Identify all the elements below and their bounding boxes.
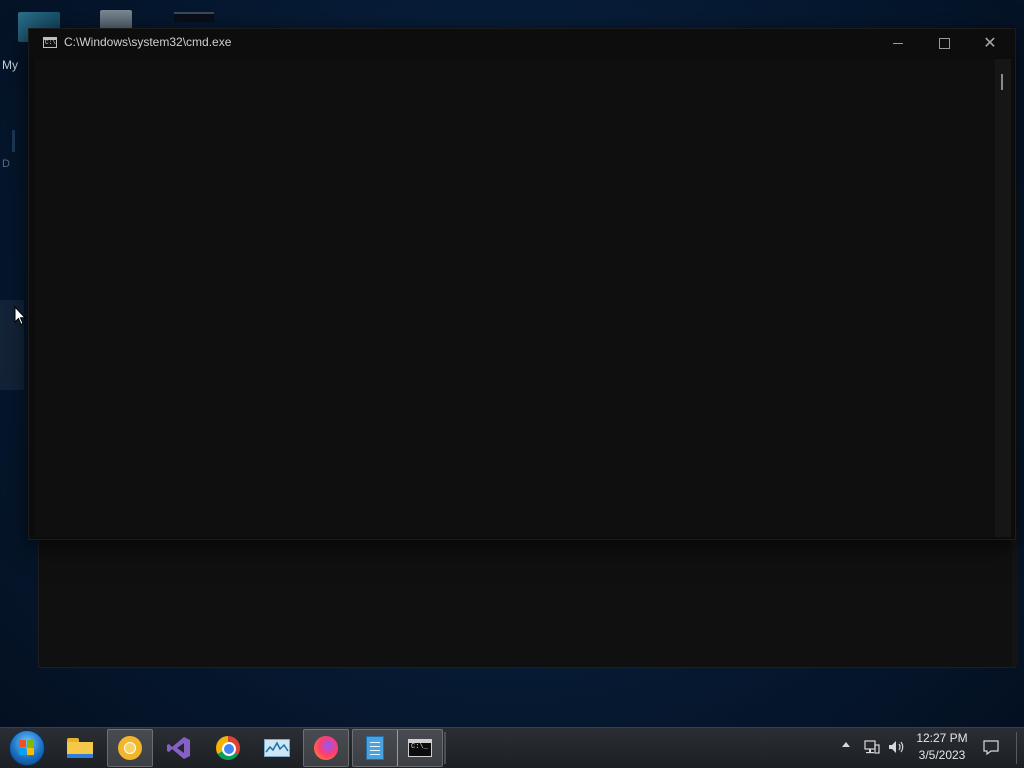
taskbar-visual-studio[interactable] bbox=[156, 729, 202, 767]
notification-center-icon[interactable] bbox=[982, 739, 1000, 755]
minimize-icon bbox=[893, 42, 903, 44]
start-button[interactable] bbox=[4, 729, 50, 767]
chrome-icon bbox=[216, 736, 240, 760]
chromium-icon bbox=[118, 736, 142, 760]
maximize-button[interactable] bbox=[921, 29, 967, 57]
desktop-icon-label: D bbox=[2, 158, 10, 170]
taskbar-command-prompt[interactable] bbox=[397, 729, 443, 767]
maximize-icon bbox=[938, 37, 950, 49]
taskbar-firefox[interactable] bbox=[303, 729, 349, 767]
taskbar-chromium[interactable] bbox=[107, 729, 153, 767]
desktop-icon-label: My bbox=[2, 58, 18, 72]
minimize-button[interactable] bbox=[875, 29, 921, 57]
cmd-icon bbox=[408, 739, 432, 757]
desktop-icon[interactable] bbox=[12, 130, 15, 152]
notepad-icon bbox=[366, 736, 384, 760]
visual-studio-icon bbox=[167, 737, 190, 759]
taskbar-notepad[interactable] bbox=[352, 729, 398, 767]
taskbar-file-explorer[interactable] bbox=[57, 729, 103, 767]
clock-time: 12:27 PM bbox=[916, 731, 968, 745]
window-title: C:\Windows\system32\cmd.exe bbox=[64, 35, 232, 49]
mouse-cursor-icon bbox=[14, 306, 26, 326]
show-desktop-button[interactable] bbox=[1016, 732, 1023, 764]
windows-logo-icon bbox=[9, 730, 45, 766]
cmd-app-icon[interactable] bbox=[43, 37, 57, 48]
taskbar-resource-monitor[interactable] bbox=[254, 729, 300, 767]
taskbar-chrome[interactable] bbox=[205, 729, 251, 767]
cmd-window[interactable]: C:\Windows\system32\cmd.exe ✕ bbox=[28, 28, 1016, 540]
taskbar-separator bbox=[444, 732, 446, 764]
desktop-icon[interactable] bbox=[174, 12, 214, 22]
show-hidden-icons-arrow-icon[interactable] bbox=[842, 742, 850, 747]
title-bar[interactable]: C:\Windows\system32\cmd.exe ✕ bbox=[29, 29, 1015, 57]
close-icon: ✕ bbox=[983, 33, 997, 52]
volume-icon[interactable] bbox=[888, 739, 906, 755]
clock-date: 3/5/2023 bbox=[918, 748, 966, 762]
system-clock[interactable]: 12:27 PM 3/5/2023 bbox=[912, 730, 972, 764]
folder-icon bbox=[67, 738, 93, 758]
taskbar: 12:27 PM 3/5/2023 bbox=[0, 727, 1024, 768]
network-icon[interactable] bbox=[864, 739, 880, 755]
firefox-icon bbox=[314, 736, 338, 760]
vertical-scrollbar[interactable] bbox=[995, 59, 1011, 537]
scrollbar-thumb[interactable] bbox=[1001, 74, 1003, 90]
close-button[interactable]: ✕ bbox=[967, 29, 1013, 57]
background-window[interactable] bbox=[38, 538, 1016, 668]
monitor-icon bbox=[264, 739, 290, 757]
console-output-area[interactable] bbox=[35, 59, 995, 537]
